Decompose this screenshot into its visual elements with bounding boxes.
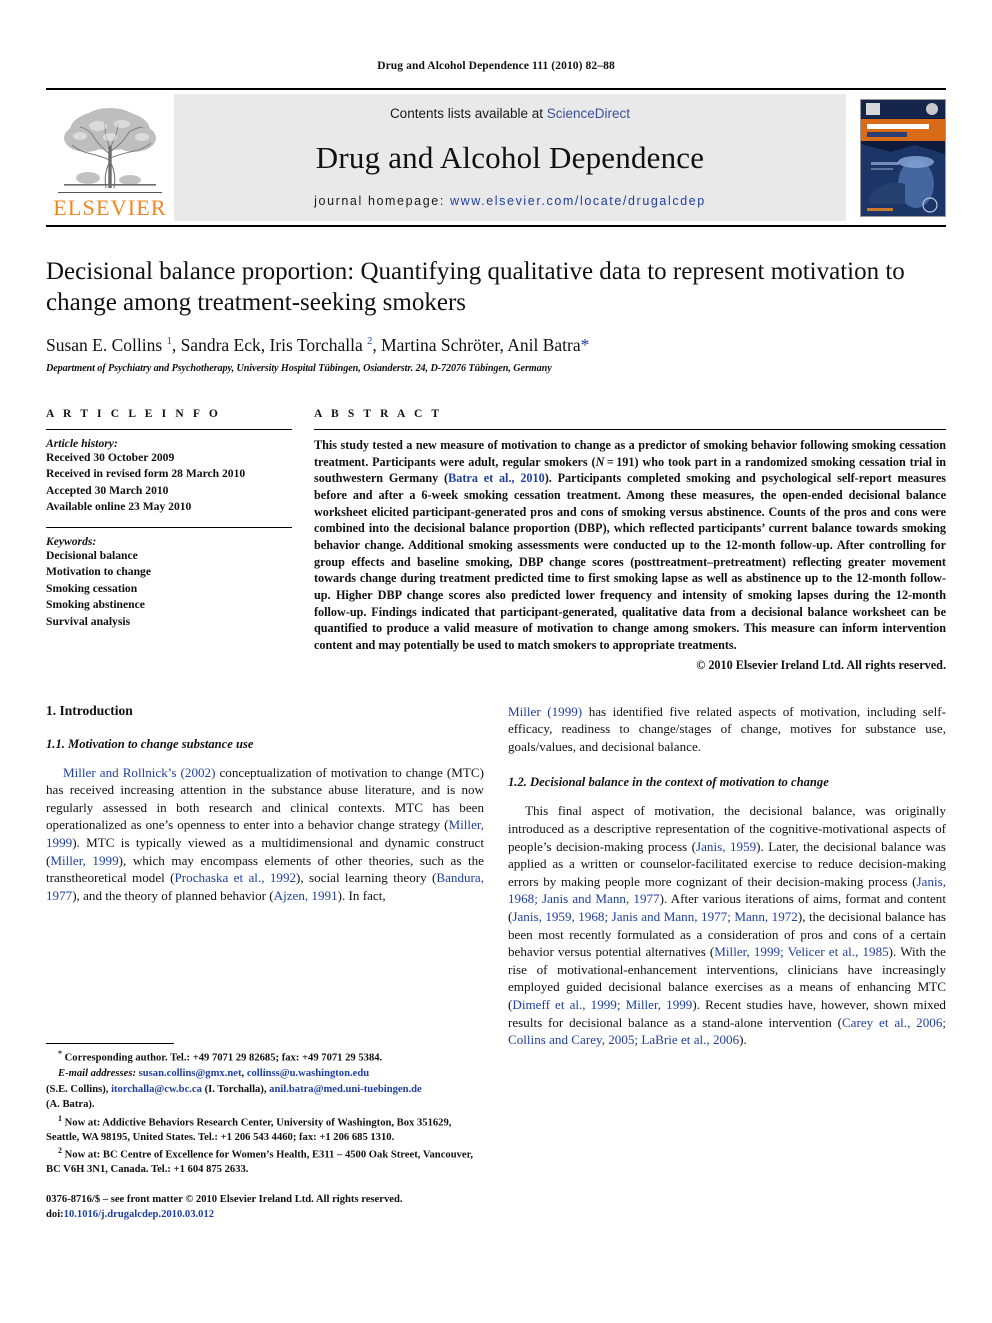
elsevier-logo: ELSEVIER xyxy=(46,90,174,225)
abstract-divider xyxy=(314,429,946,430)
keyword-item: Survival analysis xyxy=(46,614,131,628)
elsevier-tree-icon xyxy=(64,107,156,188)
abstract-label: A B S T R A C T xyxy=(314,408,443,420)
keywords-label: Keywords: xyxy=(46,534,97,548)
section-heading-1-1: 1.1. Motivation to change substance use xyxy=(46,736,254,751)
paragraph-right-1: Miller (1999) has identified five relate… xyxy=(508,703,946,754)
footnote-affiliation-2: 2 Now at: BC Centre of Excellence for Wo… xyxy=(46,1146,473,1176)
keyword-item: Smoking cessation xyxy=(46,581,138,595)
footnote-divider xyxy=(46,1043,174,1045)
article-history-received: Received 30 October 2009 xyxy=(46,451,175,464)
footnote-email-line-2: (S.E. Collins), itorchalla@cw.bc.ca (I. … xyxy=(46,1083,422,1095)
footnote-affiliation-1: 1 Now at: Addictive Behaviors Research C… xyxy=(46,1113,452,1143)
running-head: Drug and Alcohol Dependence 111 (2010) 8… xyxy=(377,60,615,72)
journal-cover-thumbnail[interactable] xyxy=(860,98,946,217)
article-history-online: Available online 23 May 2010 xyxy=(46,500,192,514)
journal-masthead: ELSEVIER Contents lists available at Sci… xyxy=(46,88,946,227)
footnote-email-line-1: E-mail addresses: susan.collins@gmx.net,… xyxy=(58,1068,370,1080)
footnotes-block: * Corresponding author. Tel.: +49 7071 2… xyxy=(46,1043,484,1222)
journal-article-page: Drug and Alcohol Dependence 111 (2010) 8… xyxy=(0,0,992,1323)
sciencedirect-link[interactable]: ScienceDirect xyxy=(547,106,630,121)
author-list: Susan E. Collins 1, Sandra Eck, Iris Tor… xyxy=(46,335,590,355)
doi-line[interactable]: doi:10.1016/j.drugalcdep.2010.03.012 xyxy=(46,1208,484,1223)
body-columns: 1. Introduction 1.1. Motivation to chang… xyxy=(46,703,946,1223)
article-info-divider xyxy=(46,429,292,430)
issn-block: 0376-8716/$ – see front matter © 2010 El… xyxy=(46,1193,484,1223)
issn-line: 0376-8716/$ – see front matter © 2010 El… xyxy=(46,1193,403,1205)
homepage-url-link[interactable]: www.elsevier.com/locate/drugalcdep xyxy=(450,194,706,208)
abstract-copyright: © 2010 Elsevier Ireland Ltd. All rights … xyxy=(696,657,946,672)
body-column-right: Miller (1999) has identified five relate… xyxy=(508,703,946,1223)
article-history-accepted: Accepted 30 March 2010 xyxy=(46,483,169,497)
keyword-item: Smoking abstinence xyxy=(46,598,145,612)
homepage-prefix: journal homepage: xyxy=(314,194,450,208)
paragraph-right-2: This final aspect of motivation, the dec… xyxy=(508,803,947,1048)
body-column-left: 1. Introduction 1.1. Motivation to chang… xyxy=(46,703,484,1223)
affiliation: Department of Psychiatry and Psychothera… xyxy=(46,363,552,374)
abstract-text: This study tested a new measure of motiv… xyxy=(314,438,946,652)
elsevier-wordmark: ELSEVIER xyxy=(53,195,167,220)
journal-title: Drug and Alcohol Dependence xyxy=(315,139,705,175)
contents-available-line: Contents lists available at ScienceDirec… xyxy=(390,106,630,121)
masthead-center-panel: Contents lists available at ScienceDirec… xyxy=(174,94,846,221)
section-heading-1: 1. Introduction xyxy=(46,702,133,718)
article-info-label: A R T I C L E I N F O xyxy=(46,408,221,420)
article-history-revised: Received in revised form 28 March 2010 xyxy=(46,467,246,481)
abstract-column: A B S T R A C T This study tested a new … xyxy=(314,408,946,673)
keywords-divider xyxy=(46,526,292,528)
footnote-corresponding-author: * Corresponding author. Tel.: +49 7071 2… xyxy=(58,1049,383,1064)
cover-artwork xyxy=(861,99,945,216)
logo-divider xyxy=(58,191,162,193)
journal-homepage-line: journal homepage: www.elsevier.com/locat… xyxy=(314,194,706,208)
article-info-column: A R T I C L E I N F O Article history: R… xyxy=(46,408,292,673)
paragraph-left-1: Miller and Rollnick’s (2002) conceptuali… xyxy=(46,764,485,903)
section-heading-1-2: 1.2. Decisional balance in the context o… xyxy=(508,775,829,790)
article-history-label: Article history: xyxy=(46,437,118,450)
keyword-item: Decisional balance xyxy=(46,548,138,562)
contents-prefix: Contents lists available at xyxy=(389,106,547,121)
page-title: Decisional balance proportion: Quantifyi… xyxy=(46,258,905,316)
article-title-block: Decisional balance proportion: Quantifyi… xyxy=(46,257,946,374)
keyword-item: Motivation to change xyxy=(46,565,151,579)
info-abstract-row: A R T I C L E I N F O Article history: R… xyxy=(46,408,946,673)
footnote-email-line-3: (A. Batra). xyxy=(46,1099,95,1111)
